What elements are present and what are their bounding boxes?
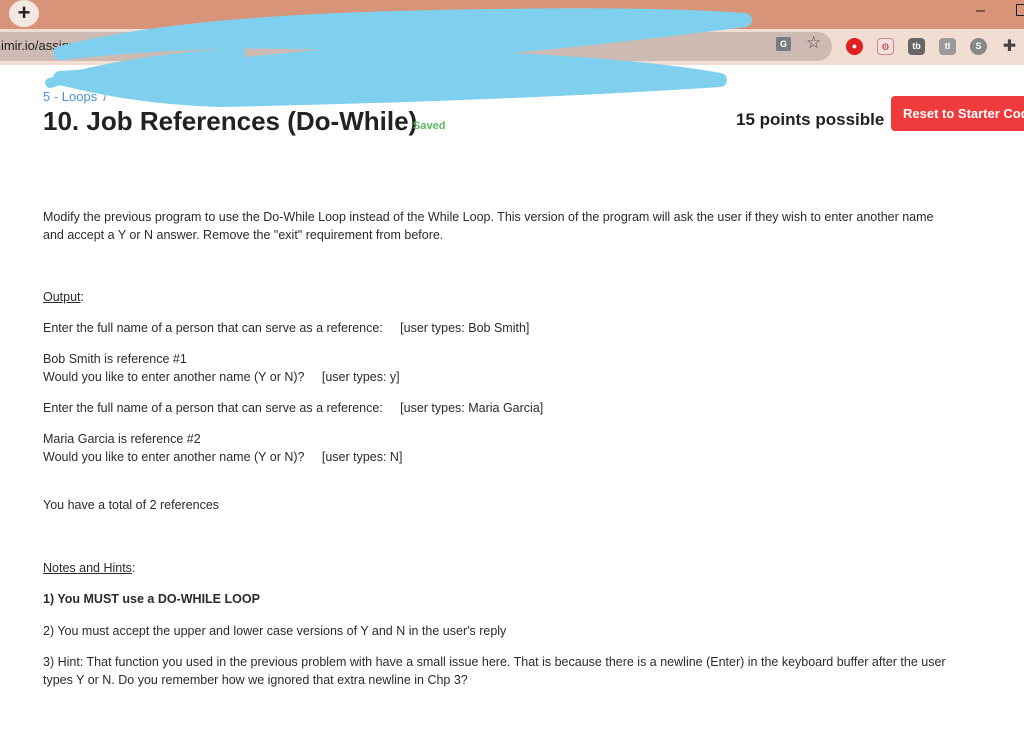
output-line: Enter the full name of a person that can… — [43, 401, 544, 415]
tl-icon[interactable]: tl — [939, 38, 956, 55]
output-line: You have a total of 2 references — [43, 498, 220, 512]
output-line: Would you like to enter another name (Y … — [43, 450, 403, 464]
address-bar[interactable]: s.mimir.io/assignment — [0, 32, 832, 61]
adblock-icon[interactable]: ● — [846, 38, 863, 55]
s-icon[interactable]: S — [970, 38, 987, 55]
notes-heading-colon: : — [131, 561, 136, 575]
output-line: Bob Smith is reference #1 — [43, 352, 187, 366]
output-heading: Output: — [43, 288, 1018, 306]
breadcrumb-link-loops[interactable]: 5 - Loops — [43, 89, 97, 104]
output-heading-colon: : — [80, 290, 85, 304]
output-block: Maria Garcia is reference #2 Would you l… — [43, 430, 1018, 466]
intro-line: and accept a Y or N answer. Remove the "… — [43, 228, 444, 242]
hint-3: 3) Hint: That function you used in the p… — [43, 653, 1018, 689]
output-line: Would you like to enter another name (Y … — [43, 370, 400, 384]
output-heading-label: Output — [43, 290, 81, 304]
url-text[interactable]: s.mimir.io/assignment — [0, 38, 105, 53]
output-line: Maria Garcia is reference #2 — [43, 432, 201, 446]
breadcrumb-separator: / — [103, 89, 107, 104]
hint-3-line: 3) Hint: That function you used in the p… — [43, 655, 946, 669]
minimize-icon[interactable]: – — [976, 2, 985, 20]
translate-icon[interactable]: G — [776, 37, 791, 51]
hint-3-line: types Y or N. Do you remember how we ign… — [43, 673, 468, 687]
intro-paragraph: Modify the previous program to use the D… — [43, 208, 1018, 244]
dino-icon[interactable]: ʘ — [877, 38, 894, 55]
saved-status-badge: Saved — [413, 120, 446, 132]
output-line: Enter the full name of a person that can… — [43, 321, 530, 335]
tb-icon[interactable]: tb — [908, 38, 925, 55]
notes-heading: Notes and Hints: — [43, 559, 1018, 577]
breadcrumb: 5 - Loops / — [43, 89, 107, 104]
reset-to-starter-code-button[interactable]: Reset to Starter Code — [891, 96, 1024, 131]
bookmark-star-icon[interactable]: ☆ — [806, 33, 821, 53]
notes-heading-label: Notes and Hints — [43, 561, 132, 575]
hint-2: 2) You must accept the upper and lower c… — [43, 624, 507, 638]
new-tab-button[interactable]: + — [9, 0, 39, 27]
points-possible: 15 points possible — [736, 110, 885, 129]
page-title: 10. Job References (Do-While) — [43, 106, 418, 136]
intro-line: Modify the previous program to use the D… — [43, 210, 934, 224]
browser-toolbar: s.mimir.io/assignment G ☆ ● ʘ tb tl S ✚ — [0, 29, 1024, 65]
browser-tabstrip: + – — [0, 0, 1024, 29]
hint-1: 1) You MUST use a DO-WHILE LOOP — [43, 592, 260, 606]
puzzle-icon[interactable]: ✚ — [1001, 38, 1018, 55]
output-block: Bob Smith is reference #1 Would you like… — [43, 350, 1018, 386]
maximize-icon[interactable] — [1016, 4, 1024, 16]
